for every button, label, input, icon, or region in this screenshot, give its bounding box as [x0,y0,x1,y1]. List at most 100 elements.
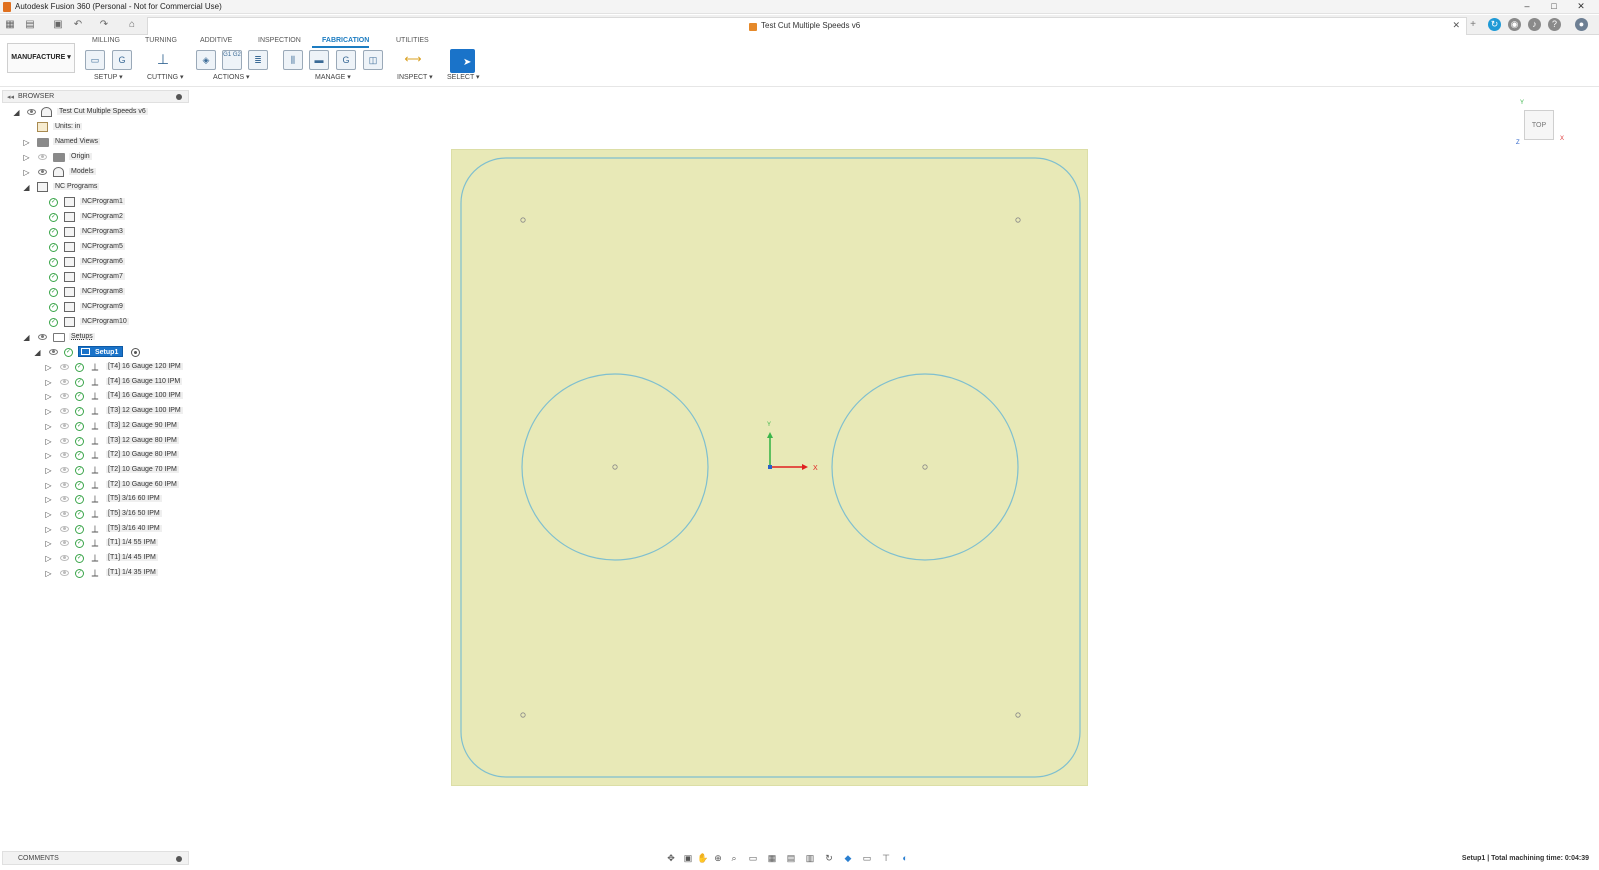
operation-row[interactable]: ▷ ✓ ⟂ [T3] 12 Gauge 100 IPM [2,405,189,418]
tab-milling[interactable]: MILLING [92,37,120,44]
tab-turning[interactable]: TURNING [145,37,177,44]
expand-triangle-icon[interactable]: ▷ [22,138,31,147]
operation-row[interactable]: ▷ ✓ ⟂ [T4] 16 Gauge 120 IPM [2,361,189,374]
job-status-icon[interactable]: ↻ [1488,18,1501,31]
close-tab-button[interactable]: ✕ [1452,20,1460,31]
camera-icon[interactable]: ▥ [804,852,816,864]
new-tab-plus-icon[interactable]: + [1467,19,1479,30]
visibility-eye-icon[interactable] [60,408,69,415]
new-setup-icon[interactable]: G [112,50,132,70]
extensions-icon[interactable]: ◉ [1508,18,1521,31]
operation-row[interactable]: ▷ ✓ ⟂ [T5] 3/16 60 IPM [2,493,189,506]
inspect-group-label[interactable]: INSPECT ▾ [397,73,433,81]
grid-settings-icon[interactable]: ▦ [766,852,778,864]
operation-row[interactable]: ▷ ✓ ⟂ [T1] 1/4 45 IPM [2,552,189,565]
tree-origin[interactable]: ▷ Origin [2,151,189,164]
operation-row[interactable]: ▷ ✓ ⟂ [T4] 16 Gauge 100 IPM [2,390,189,403]
cutting-group-label[interactable]: CUTTING ▾ [147,73,184,81]
orbit-constrained-icon[interactable]: ✥ [665,852,677,864]
nc-program-row[interactable]: ✓ NCProgram10 [2,316,189,329]
select-group-label[interactable]: SELECT ▾ [447,73,480,81]
environment-icon[interactable]: ▭ [861,852,873,864]
tree-setup1[interactable]: ◢ ✓ Setup1 [2,346,189,359]
manage-group-label[interactable]: MANAGE ▾ [315,73,351,81]
expand-triangle-icon[interactable]: ▷ [44,363,53,372]
expand-triangle-icon[interactable]: ▷ [22,153,31,162]
simulate-icon[interactable]: ◈ [196,50,216,70]
expand-triangle-icon[interactable]: ▷ [44,437,53,446]
collapse-triangle-icon[interactable]: ◢ [22,333,31,342]
operation-row[interactable]: ▷ ✓ ⟂ [T1] 1/4 55 IPM [2,537,189,550]
nc-program-row[interactable]: ✓ NCProgram6 [2,256,189,269]
visibility-eye-icon[interactable] [60,378,69,385]
expand-triangle-icon[interactable]: ▷ [44,569,53,578]
tree-root[interactable]: ◢ Test Cut Multiple Speeds v6 [2,106,189,119]
collapse-triangle-icon[interactable]: ◢ [33,348,42,357]
expand-triangle-icon[interactable]: ▷ [44,525,53,534]
refresh-icon[interactable]: ↻ [823,852,835,864]
open-folder-icon[interactable]: ▭ [85,50,105,70]
nc-program-row[interactable]: ✓ NCProgram2 [2,211,189,224]
notifications-icon[interactable]: ♪ [1528,18,1541,31]
tree-nc-programs[interactable]: ◢ NC Programs [2,181,189,194]
nc-program-row[interactable]: ✓ NCProgram5 [2,241,189,254]
filter-icon[interactable]: ⊤ [880,852,892,864]
operation-row[interactable]: ▷ ✓ ⟂ [T4] 16 Gauge 110 IPM [2,376,189,389]
expand-triangle-icon[interactable]: ▷ [44,481,53,490]
visibility-eye-icon[interactable] [60,481,69,488]
tab-utilities[interactable]: UTILITIES [396,37,429,44]
operation-row[interactable]: ▷ ✓ ⟂ [T2] 10 Gauge 80 IPM [2,449,189,462]
expand-triangle-icon[interactable]: ▷ [44,495,53,504]
operation-row[interactable]: ▷ ✓ ⟂ [T5] 3/16 40 IPM [2,523,189,536]
maximize-button[interactable]: □ [1542,0,1566,14]
user-avatar[interactable]: ● [1575,18,1588,31]
home-icon[interactable]: ⌂ [126,19,138,30]
comments-panel[interactable]: COMMENTS [2,851,189,865]
machine-library-icon[interactable]: ▬ [309,50,329,70]
operation-row[interactable]: ▷ ✓ ⟂ [T2] 10 Gauge 70 IPM [2,464,189,477]
viewports-icon[interactable]: ▤ [785,852,797,864]
post-library-icon[interactable]: G [336,50,356,70]
expand-triangle-icon[interactable]: ▷ [44,422,53,431]
effects-icon[interactable]: ◆ [842,852,854,864]
visibility-eye-icon[interactable] [60,511,69,517]
document-tab[interactable]: Test Cut Multiple Speeds v6 ✕ [147,17,1467,35]
zoom-window-icon[interactable]: ⌕ [728,852,740,864]
operation-row[interactable]: ▷ ✓ ⟂ [T3] 12 Gauge 90 IPM [2,420,189,433]
expand-triangle-icon[interactable]: ▷ [22,168,31,177]
nc-program-row[interactable]: ✓ NCProgram3 [2,226,189,239]
setup-sheet-icon[interactable]: ≣ [248,50,268,70]
operation-row[interactable]: ▷ ✓ ⟂ [T2] 10 Gauge 60 IPM [2,479,189,492]
collapse-triangle-icon[interactable]: ◢ [12,108,21,117]
workspace-switcher[interactable]: MANUFACTURE ▾ [7,43,75,73]
visibility-eye-icon[interactable] [38,154,47,160]
expand-triangle-icon[interactable]: ▷ [44,554,53,563]
visibility-eye-icon[interactable] [60,496,69,503]
cutting-tool-icon[interactable]: ⊥ [153,50,173,70]
view-cube[interactable]: TOP Y X Z [1516,100,1564,146]
visibility-eye-icon[interactable] [60,540,69,547]
left-circle-cutout[interactable] [521,373,709,561]
tree-units[interactable]: Units: in [2,121,189,134]
tree-models[interactable]: ▷ Models [2,166,189,179]
visibility-eye-icon[interactable] [60,364,69,370]
visibility-eye-icon[interactable] [60,422,69,429]
collapse-browser-icon[interactable]: ◂◂ [7,93,14,101]
template-library-icon[interactable]: ◫ [363,50,383,70]
setup-group-label[interactable]: SETUP ▾ [94,73,123,81]
visibility-eye-icon[interactable] [60,525,69,532]
help-icon[interactable]: ? [1548,18,1561,31]
pin-icon[interactable] [176,94,182,100]
look-at-icon[interactable]: ▣ [682,852,694,864]
visibility-eye-icon[interactable] [60,437,69,444]
redo-icon[interactable]: ↷ [98,19,110,30]
nc-program-row[interactable]: ✓ NCProgram9 [2,301,189,314]
right-circle-cutout[interactable] [831,373,1019,561]
visibility-eye-icon[interactable] [49,349,58,355]
visibility-eye-icon[interactable] [27,109,36,115]
measure-icon[interactable]: ⟷ [403,50,423,70]
save-icon[interactable]: ▣ [52,19,64,30]
operation-row[interactable]: ▷ ✓ ⟂ [T5] 3/16 50 IPM [2,508,189,521]
tree-named-views[interactable]: ▷ Named Views [2,136,189,149]
post-process-icon[interactable]: G1 G2 [222,50,242,70]
